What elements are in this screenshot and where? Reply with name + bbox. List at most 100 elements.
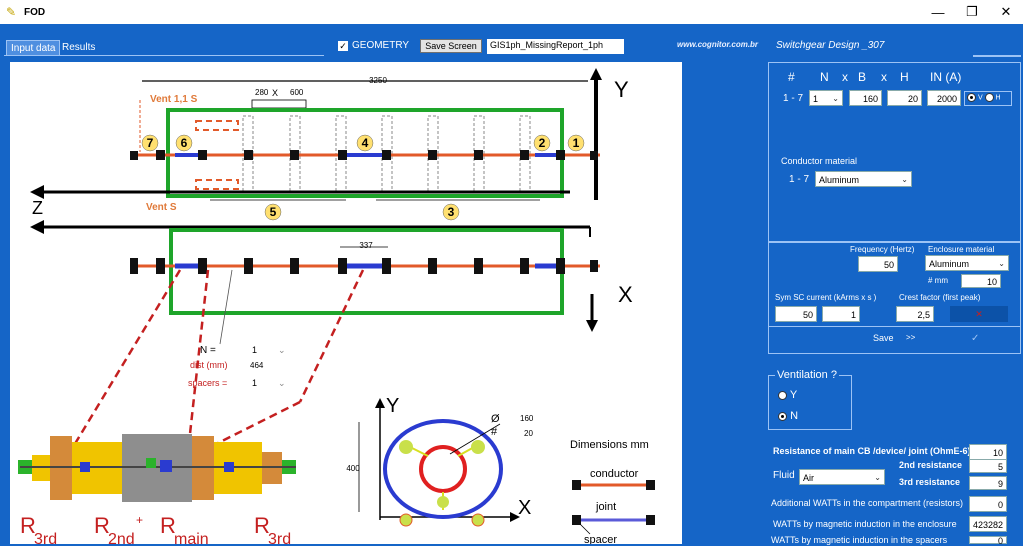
additional-watts-input[interactable]: 0 [969,496,1007,512]
save-divider [768,326,1021,327]
conductor-material-range: 1 - 7 [789,174,810,185]
equipment-detail [18,434,296,502]
radio-vent-no[interactable] [778,411,787,421]
tab-input-data[interactable]: Input data [6,40,61,56]
filename-field[interactable]: GIS1ph_MissingReport_1ph [487,39,624,54]
restore-icon[interactable]: ❐ [955,0,989,24]
dims-title: Dimensions mm [570,439,649,451]
geometry-checkbox[interactable]: ✓ [338,40,348,51]
radio-vertical-label: V [977,94,983,102]
thickness-label: # mm [928,276,948,285]
enclosure-material-label: Enclosure material [928,245,995,254]
axis-z-label: Z [32,198,43,218]
right-divider [973,55,1021,57]
radio-horizontal[interactable] [984,93,994,102]
app-icon: ✎ [6,5,17,19]
fluid-select[interactable]: Air ⌄ [799,469,885,485]
legend-joint: joint [595,501,616,513]
geometry-canvas: 3250 280 X 600 Y Vent 1,1 S Vent S 7 6 4 [10,62,682,544]
check-icon: ✓ [971,333,980,344]
legend-spacer: spacer [584,534,617,544]
orientation-radios: V H [964,91,1012,106]
conductor-label-5: 5 [270,205,277,219]
sym-sc-label: Sym SC current (kArms x s ) [775,293,877,302]
col-in: IN (A) [930,70,962,84]
geometry-drawing: 3250 280 X 600 Y Vent 1,1 S Vent S 7 6 4 [18,68,655,544]
watts-enclosure-value: 423282 [969,516,1007,532]
n-select[interactable]: 1 ⌄ [809,90,843,106]
conductor-material-select[interactable]: Aluminum ⌄ [815,171,912,187]
cross-section: Y X 400 Ø 160 # 20 [346,395,534,527]
thickness-input[interactable]: 10 [961,274,1001,288]
vent-bottom-label: Vent S [146,202,177,213]
save-button[interactable]: Save [873,333,894,343]
conductor-panel [768,62,1021,242]
radio-vertical[interactable] [967,93,976,102]
design-title: Switchgear Design _307 [776,40,885,51]
geometry-label: GEOMETRY [352,40,410,51]
ventilation-no[interactable]: N [778,410,798,422]
second-resistance-label: 2nd resistance [899,460,963,470]
svg-text:⌄: ⌄ [278,378,286,388]
axis-x-label: X [618,282,633,307]
col-hash: # [788,70,795,84]
cs-hash: # [491,426,498,438]
ventilation-label: Ventilation ? [775,369,839,381]
dim-3250-label: 3250 [369,76,387,85]
spacers-value: 1 [252,378,257,388]
r-sub-2: 2nd [108,531,135,544]
axis-y-label: Y [614,77,629,102]
conductor-material-label: Conductor material [781,156,858,166]
sym-sc-duration-input[interactable]: 1 [822,306,860,322]
website-label: www.cognitor.com.br [677,40,759,49]
second-resistance-input[interactable]: 5 [969,459,1007,473]
resistance-input[interactable]: 10 [969,444,1007,460]
conductor-label-7: 7 [147,136,154,150]
in-input[interactable]: 2000 [927,90,961,106]
minimize-icon[interactable]: — [921,0,955,24]
radio-vent-yes[interactable] [778,390,787,400]
ventilation-yes[interactable]: Y [778,389,797,401]
crest-label: Crest factor (first peak) [899,293,981,302]
col-n: N [820,70,829,84]
dist-label: dist (mm) [190,360,228,370]
crest-indicator: ✕ [950,306,1008,322]
enclosure-material-select[interactable]: Aluminum ⌄ [925,255,1009,271]
cs-axis-x: X [518,497,531,519]
col-b: B [858,70,867,84]
third-resistance-input[interactable]: 9 [969,476,1007,490]
n-value: 1 [252,345,257,355]
r-sub-1: 3rd [34,531,57,544]
watts-enclosure-label: WATTs by magnetic induction in the enclo… [773,519,957,529]
radio-horizontal-label: H [995,94,1001,102]
cs-phi-value: 160 [520,414,534,423]
conductor-label-1: 1 [573,136,580,150]
conductor-material-value: Aluminum [819,175,860,185]
dim-280-box [251,99,307,109]
n-select-value: 1 [813,94,819,104]
h-input[interactable]: 20 [887,90,922,106]
crest-input[interactable]: 2,5 [896,306,934,322]
cs-dim-400: 400 [346,464,360,473]
spacers-label: spacers = [188,378,227,388]
conductor-label-3: 3 [448,205,455,219]
vent-no-label: N [790,410,799,422]
conductor-label-4: 4 [362,136,369,150]
fluid-label: Fluid [773,470,795,481]
chevron-down-icon: ⌄ [998,259,1005,268]
frequency-input[interactable]: 50 [858,256,898,272]
axis-y-arrow [590,68,602,80]
n-label: N = [200,345,216,356]
b-input[interactable]: 160 [849,90,882,106]
cs-axis-y: Y [386,395,399,417]
col-x1: x [842,70,848,84]
vent-top-label: Vent 1,1 S [150,94,198,105]
geometry-toggle[interactable]: ✓ GEOMETRY [338,40,409,51]
tab-underline [4,55,324,56]
tab-results[interactable]: Results [58,40,99,56]
sym-sc-input[interactable]: 50 [775,306,817,322]
dim-x-label: X [272,88,278,98]
close-icon[interactable]: ✕ [989,0,1023,24]
r-sub-4: 3rd [268,531,291,544]
save-screen-button[interactable]: Save Screen [420,39,482,53]
